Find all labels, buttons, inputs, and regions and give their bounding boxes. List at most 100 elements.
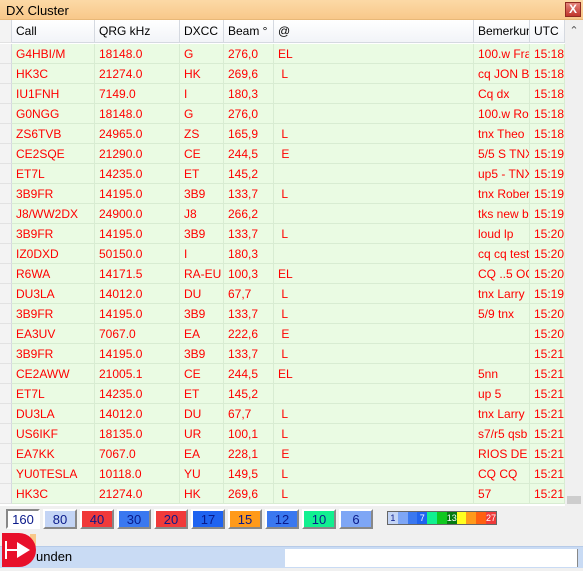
spot-row[interactable]: HK3C 21274.0 HK 269,6 L 57 15:21 (12, 484, 565, 504)
column-header[interactable]: QRG kHz (95, 20, 180, 43)
dxcc-cell: G (180, 44, 224, 64)
row-selector[interactable] (0, 384, 12, 404)
spot-row[interactable]: DU3LA 14012.0 DU 67,7 Ltnx Larry 15:19 (12, 284, 565, 304)
column-header[interactable]: Bemerkun (474, 20, 530, 43)
row-selector[interactable] (0, 264, 12, 284)
band-button-160[interactable]: 160 (6, 509, 40, 529)
column-header[interactable]: @ (274, 20, 474, 43)
scale-segment (476, 512, 487, 524)
dxcc-cell: DU (180, 284, 224, 304)
scroll-up-icon[interactable]: ⌃ (565, 24, 583, 38)
spot-row[interactable]: CE2AWW 21005.1 CE 244,5 EL 5nn 15:21 (12, 364, 565, 384)
row-selector[interactable] (0, 404, 12, 424)
row-selector[interactable] (0, 424, 12, 444)
column-header[interactable]: UTC (530, 20, 565, 43)
call-cell: HK3C (12, 484, 95, 504)
spot-row[interactable]: 3B9FR 14195.0 3B9 133,7 Lloud lp 15:20 (12, 224, 565, 244)
column-header[interactable]: DXCC (180, 20, 224, 43)
status-field[interactable] (285, 549, 578, 567)
close-icon: X (568, 2, 577, 16)
row-selector[interactable] (0, 224, 12, 244)
row-selector[interactable] (0, 484, 12, 504)
at-flag-cell: E (274, 144, 474, 164)
band-button-10[interactable]: 10 (302, 509, 336, 529)
spot-row[interactable]: DU3LA 14012.0 DU 67,7 Ltnx Larry 15:21 (12, 404, 565, 424)
spot-row[interactable]: G4HBI/M 18148.0 G 276,0 EL 100.w Fra 15:18 (12, 44, 565, 64)
spot-row[interactable]: 3B9FR 14195.0 3B9 133,7 L 5/9 tnx 15:20 (12, 304, 565, 324)
spot-row[interactable]: EA3UV 7067.0 EA 222,6 E 15:20 (12, 324, 565, 344)
beam-cell: 145,2 (224, 164, 274, 184)
column-header[interactable]: Call (12, 20, 95, 43)
scrollbar-thumb[interactable] (567, 496, 581, 504)
dxcc-cell: EA (180, 324, 224, 344)
beam-cell: 145,2 (224, 384, 274, 404)
window-title: DX Cluster (6, 3, 69, 18)
band-button-15[interactable]: 15 (228, 509, 262, 529)
row-selector[interactable] (0, 84, 12, 104)
band-button-20[interactable]: 20 (154, 509, 188, 529)
row-selector[interactable] (0, 304, 12, 324)
spot-row[interactable]: ET7L 14235.0 ET 145,2 up5 - TNX 15:19 (12, 164, 565, 184)
utc-cell: 15:20 (530, 264, 565, 284)
spot-row[interactable]: IU1FNH 7149.0 I 180,3 Cq dx 15:18 (12, 84, 565, 104)
header-corner (0, 20, 12, 43)
spot-row[interactable]: US6IKF 18135.0 UR 100,1 Ls7/r5 qsb 15:21 (12, 424, 565, 444)
row-selector[interactable] (0, 204, 12, 224)
row-selector[interactable] (0, 124, 12, 144)
dxcc-cell: J8 (180, 204, 224, 224)
row-selector[interactable] (0, 144, 12, 164)
qrg-cell: 18148.0 (95, 104, 180, 124)
spot-row[interactable]: HK3C 21274.0 HK 269,6 Lcq JON B(15:18 (12, 64, 565, 84)
spot-row[interactable]: EA7KK 7067.0 EA 228,1 E RIOS DE I 15:21 (12, 444, 565, 464)
spot-row[interactable]: ZS6TVB 24965.0 ZS 165,9 Ltnx Theo 15:18 (12, 124, 565, 144)
row-selector[interactable] (0, 104, 12, 124)
remark-cell: CQ ..5 OC (474, 264, 530, 284)
remark-cell: 57 (474, 484, 530, 504)
call-cell: EA3UV (12, 324, 95, 344)
spot-row[interactable]: G0NGG 18148.0 G 276,0 100.w Rol 15:18 (12, 104, 565, 124)
spot-row[interactable]: CE2SQE 21290.0 CE 244,5 E 5/5 S TNX 15:19 (12, 144, 565, 164)
band-button-17[interactable]: 17 (191, 509, 225, 529)
column-header[interactable]: Beam ° (224, 20, 274, 43)
spot-row[interactable]: IZ0DXD 50150.0 I 180,3 cq cq test 15:20 (12, 244, 565, 264)
qrg-cell: 14012.0 (95, 404, 180, 424)
row-selector[interactable] (0, 444, 12, 464)
scale-segment: 7 (417, 512, 428, 524)
vertical-scrollbar[interactable]: ⌃ (565, 20, 583, 506)
call-cell: IZ0DXD (12, 244, 95, 264)
row-selector[interactable] (0, 44, 12, 64)
utc-cell: 15:18 (530, 84, 565, 104)
spot-row[interactable]: YU0TESLA 10118.0 YU 149,5 L CQ CQ 15:21 (12, 464, 565, 484)
band-button-30[interactable]: 30 (117, 509, 151, 529)
band-button-6[interactable]: 6 (339, 509, 373, 529)
spot-row[interactable]: R6WA 14171.5 RA-EU 100,3 EL CQ ..5 OC 15:20 (12, 264, 565, 284)
spot-row[interactable]: ET7L 14235.0 ET 145,2 up 5 15:21 (12, 384, 565, 404)
call-cell: IU1FNH (12, 84, 95, 104)
logout-button[interactable] (2, 533, 36, 567)
band-button-12[interactable]: 12 (265, 509, 299, 529)
call-cell: HK3C (12, 64, 95, 84)
at-flag-cell: L (274, 184, 474, 204)
row-selector[interactable] (0, 184, 12, 204)
row-selector[interactable] (0, 344, 12, 364)
close-button[interactable]: X (565, 2, 581, 17)
spot-row[interactable]: 3B9FR 14195.0 3B9 133,7 L 15:21 (12, 344, 565, 364)
row-selector[interactable] (0, 164, 12, 184)
spot-row[interactable]: J8/WW2DX 24900.0 J8 266,2 tks new b: 15:19 (12, 204, 565, 224)
row-selector[interactable] (0, 284, 12, 304)
utc-cell: 15:20 (530, 224, 565, 244)
spot-row[interactable]: 3B9FR 14195.0 3B9 133,7 Ltnx Robert 15:19 (12, 184, 565, 204)
row-selector[interactable] (0, 464, 12, 484)
call-cell: R6WA (12, 264, 95, 284)
utc-cell: 15:18 (530, 44, 565, 64)
band-button-80[interactable]: 80 (43, 509, 77, 529)
band-button-40[interactable]: 40 (80, 509, 114, 529)
row-selector[interactable] (0, 364, 12, 384)
at-flag-cell: E (274, 444, 474, 464)
row-selector[interactable] (0, 324, 12, 344)
scale-segment (427, 512, 437, 524)
row-selector[interactable] (0, 244, 12, 264)
remark-cell: 5/5 S TNX (474, 144, 530, 164)
beam-cell: 269,6 (224, 64, 274, 84)
row-selector[interactable] (0, 64, 12, 84)
